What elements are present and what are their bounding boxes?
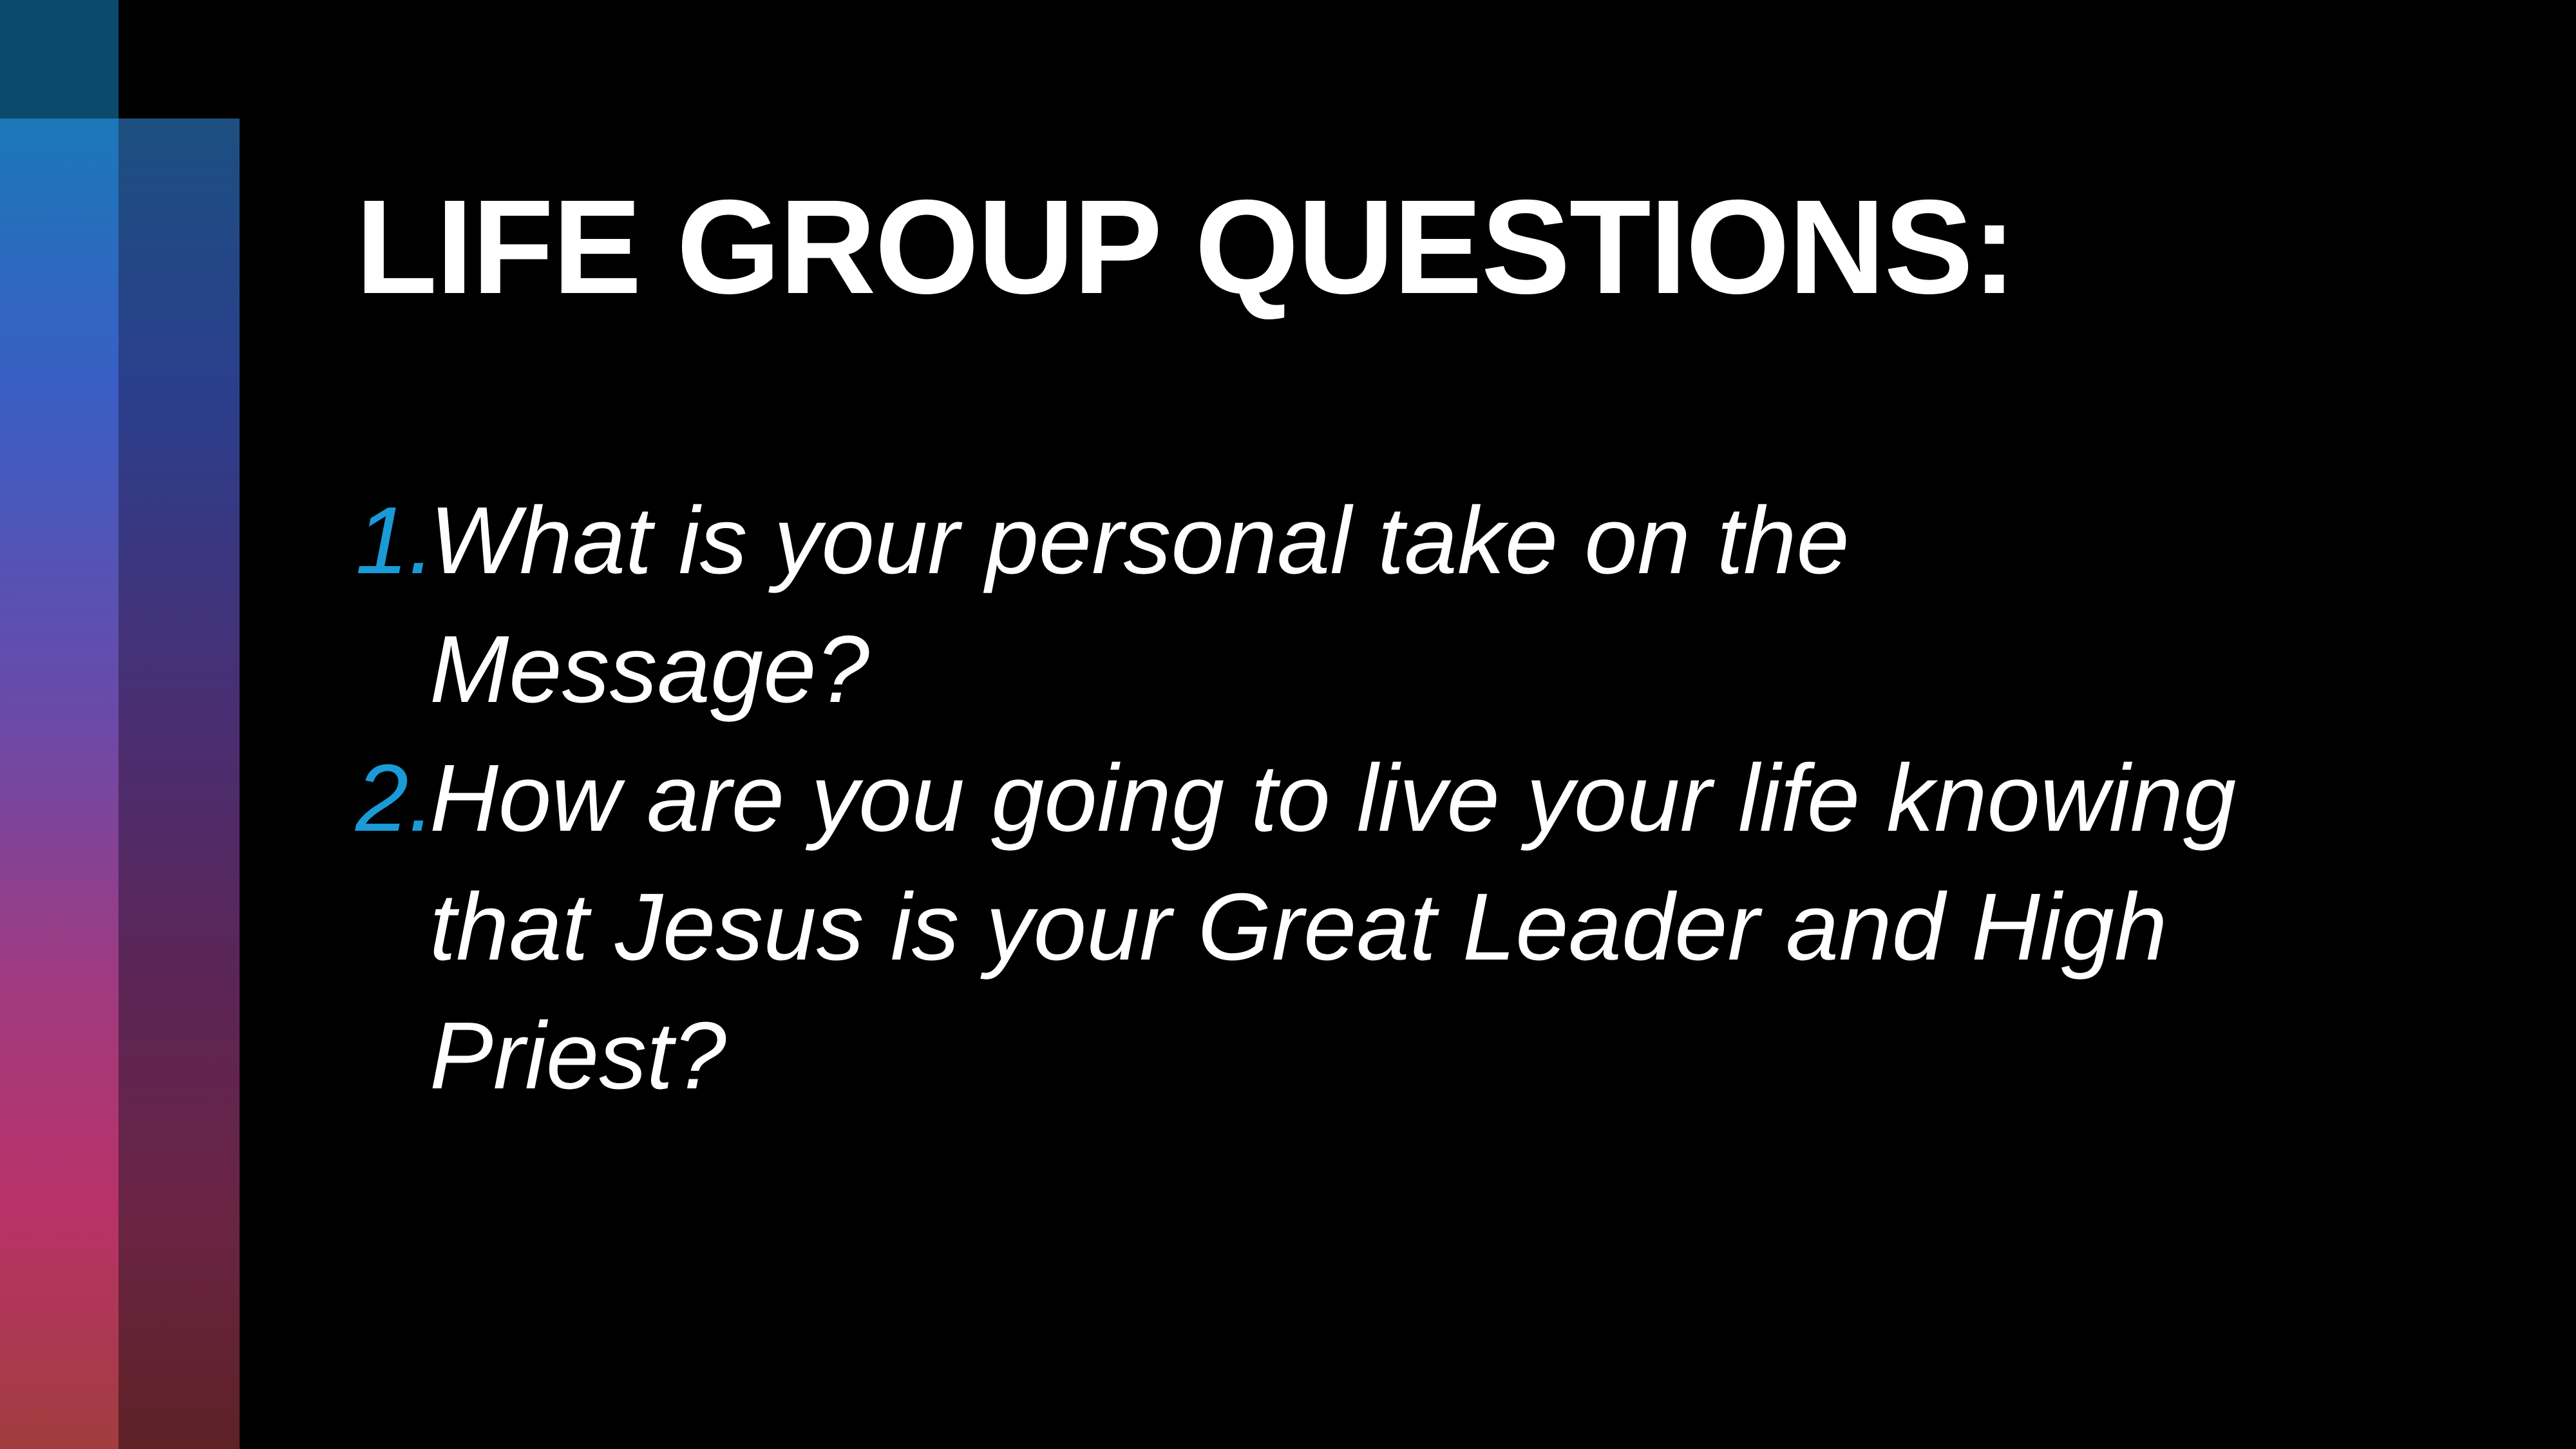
question-line: What is your personal take on the: [430, 488, 1850, 594]
question-line: Priest?: [430, 1003, 726, 1109]
decorative-gradient-bar-inner: [118, 118, 240, 1449]
question-list: 1. What is your personal take on the Mes…: [355, 477, 2352, 1121]
question-item: 2. How are you going to live your life k…: [355, 734, 2352, 1121]
question-number: 2.: [355, 745, 435, 851]
decorative-bar-top: [0, 0, 118, 118]
question-item: 1. What is your personal take on the Mes…: [355, 477, 2352, 734]
decorative-gradient-bar-outer: [0, 118, 118, 1449]
question-line: Message?: [430, 616, 869, 723]
slide: LIFE GROUP QUESTIONS: 1. What is your pe…: [0, 0, 2576, 1449]
question-number: 1.: [355, 488, 435, 594]
question-line: that Jesus is your Great Leader and High: [430, 874, 2168, 980]
question-line: How are you going to live your life know…: [430, 745, 2237, 851]
slide-title: LIFE GROUP QUESTIONS:: [355, 173, 2016, 322]
